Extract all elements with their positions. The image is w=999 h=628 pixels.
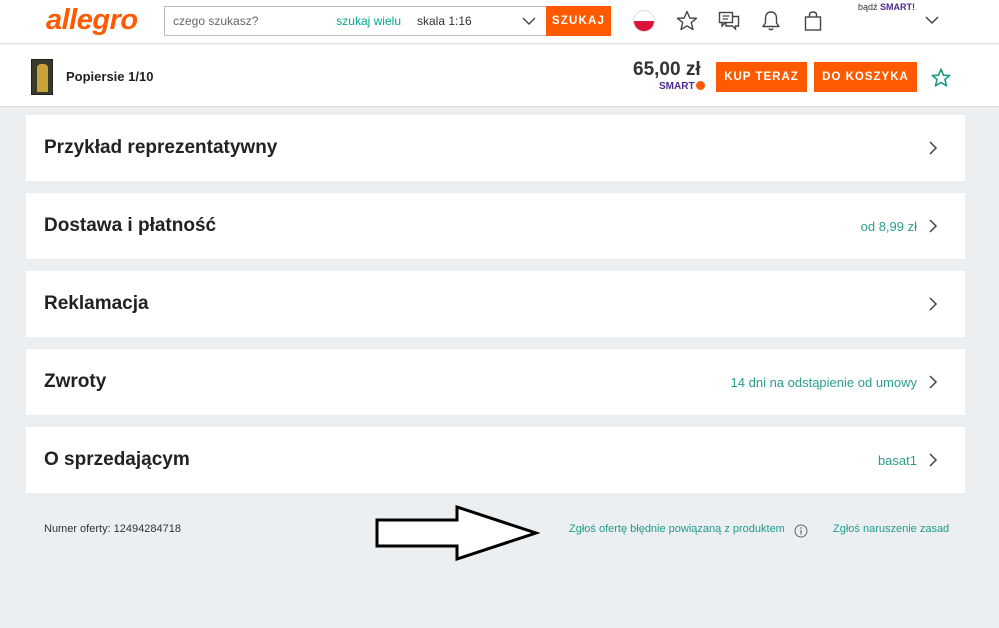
chevron-right-icon xyxy=(929,375,938,389)
product-title: Popiersie 1/10 xyxy=(66,69,154,84)
smart-promo[interactable]: bądź SMART! xyxy=(858,2,915,12)
section-representative-example[interactable]: Przykład reprezentatywny xyxy=(26,115,965,181)
search-button[interactable]: SZUKAJ xyxy=(546,6,611,36)
section-about-seller[interactable]: O sprzedającym basat1 xyxy=(26,427,965,493)
category-select-value: skala 1:16 xyxy=(417,14,472,28)
smart-brand: SMART! xyxy=(880,2,916,12)
report-wrong-product-link[interactable]: Zgłoś ofertę błędnie powiązaną z produkt… xyxy=(569,523,785,535)
shopping-bag-icon[interactable] xyxy=(801,9,825,33)
chevron-down-icon xyxy=(522,17,536,25)
section-delivery-payment[interactable]: Dostawa i płatność od 8,99 zł xyxy=(26,193,965,259)
section-title: Reklamacja xyxy=(44,293,149,314)
search-input[interactable] xyxy=(173,7,343,35)
search-box: szukaj wielu xyxy=(164,6,408,36)
report-violation-link[interactable]: Zgłoś naruszenie zasad xyxy=(833,523,949,535)
add-to-cart-button[interactable]: DO KOSZYKA xyxy=(814,62,917,92)
top-header: allegro szukaj wielu skala 1:16 SZUKAJ b… xyxy=(0,0,999,44)
smart-badge-label: SMART xyxy=(659,81,695,92)
section-value: basat1 xyxy=(877,453,917,468)
smart-badge: SMART xyxy=(659,81,705,92)
smart-prefix: bądź xyxy=(858,2,878,12)
info-icon[interactable] xyxy=(794,524,808,538)
section-title: Dostawa i płatność xyxy=(44,215,217,236)
section-complaint[interactable]: Reklamacja xyxy=(26,271,965,337)
chevron-right-icon xyxy=(929,453,938,467)
chevron-down-icon[interactable] xyxy=(924,13,940,27)
chevron-right-icon xyxy=(929,141,938,155)
section-value: 14 dni na odstąpienie od umowy xyxy=(730,375,917,390)
smart-dot-icon xyxy=(695,81,705,90)
bell-icon[interactable] xyxy=(759,9,783,33)
allegro-logo[interactable]: allegro xyxy=(46,4,138,37)
chevron-right-icon xyxy=(929,219,938,233)
star-icon[interactable] xyxy=(930,67,952,89)
section-title: Przykład reprezentatywny xyxy=(44,137,278,158)
product-price: 65,00 zł xyxy=(633,59,701,80)
poland-flag-icon[interactable] xyxy=(633,10,655,32)
section-returns[interactable]: Zwroty 14 dni na odstąpienie od umowy xyxy=(26,349,965,415)
search-many-link[interactable]: szukaj wielu xyxy=(336,14,401,28)
product-thumbnail[interactable] xyxy=(31,59,53,95)
offer-number: Numer oferty: 12494284718 xyxy=(44,523,181,535)
section-title: Zwroty xyxy=(44,371,107,392)
category-select[interactable]: skala 1:16 xyxy=(407,6,547,36)
star-icon[interactable] xyxy=(675,9,699,33)
section-value: od 8,99 zł xyxy=(860,219,917,234)
arrow-annotation-icon xyxy=(375,505,540,561)
chevron-right-icon xyxy=(929,297,938,311)
section-title: O sprzedającym xyxy=(44,449,190,470)
product-bar: Popiersie 1/10 65,00 zł SMART KUP TERAZ … xyxy=(0,45,999,107)
buy-now-button[interactable]: KUP TERAZ xyxy=(716,62,807,92)
chat-icon[interactable] xyxy=(717,9,741,33)
